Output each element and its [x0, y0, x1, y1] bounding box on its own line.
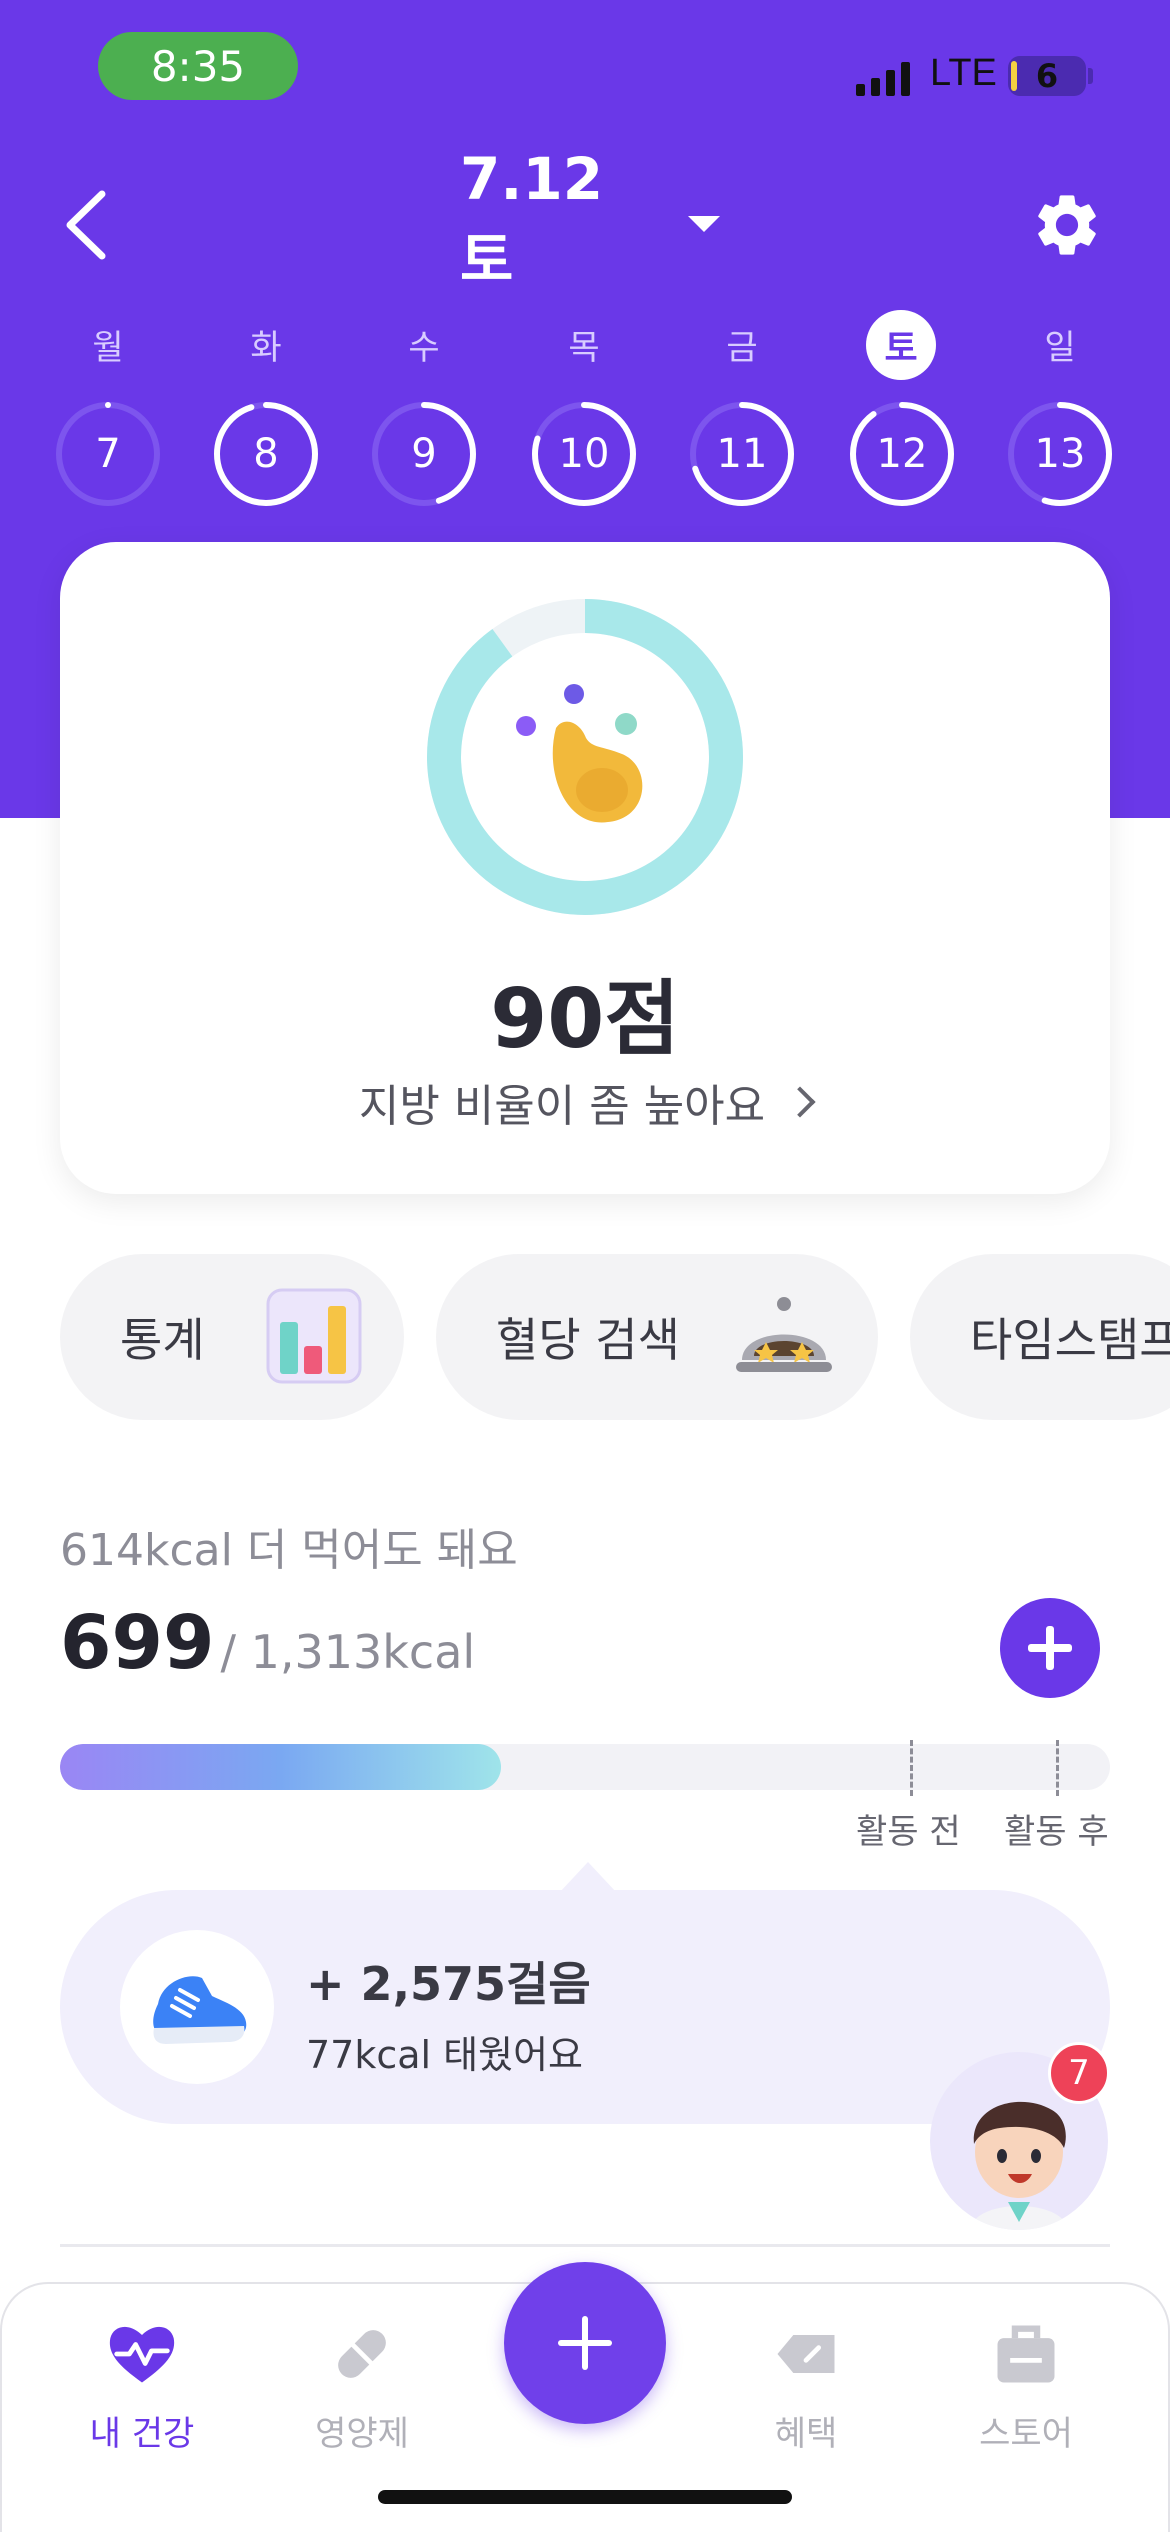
tab-label: 스토어 [979, 2414, 1073, 2454]
settings-button[interactable] [1030, 188, 1104, 262]
calorie-summary: 699 / 1,313kcal [60, 1600, 475, 1686]
signal-icon [856, 60, 910, 96]
weekday-label-sat-selected: 토 [866, 310, 936, 380]
battery-level: 6 [1035, 57, 1059, 95]
weekday-label-wed: 수 [408, 328, 440, 368]
calorie-progress-fill [60, 1744, 501, 1790]
day-number: 7 [95, 431, 121, 477]
after-activity-label: 활동 후 [1004, 1812, 1109, 1852]
tab-label: 영양제 [315, 2414, 409, 2454]
day-number: 10 [558, 431, 610, 477]
sneaker-icon [153, 1976, 247, 2044]
day-button-9[interactable]: 9 [370, 400, 478, 508]
score-description-link[interactable]: 지방 비율이 좀 높아요 [60, 1070, 1110, 1134]
day-number: 13 [1034, 431, 1086, 477]
steps-count: + 2,575걸음 [306, 1957, 591, 2011]
before-activity-label: 활동 전 [856, 1812, 961, 1852]
chevron-right-icon [784, 1086, 816, 1118]
shoe-icon-circle [120, 1930, 274, 2084]
day-number: 9 [411, 431, 437, 477]
tab-my-health[interactable]: 내 건강 [52, 2316, 232, 2476]
score-ring [427, 599, 743, 915]
weekday-label-fri: 금 [726, 328, 758, 368]
calorie-eaten: 699 [60, 1600, 215, 1686]
chip-glucose-search[interactable]: 혈당 검색 [436, 1254, 878, 1420]
calorie-progress-bar [60, 1744, 1110, 1790]
day-button-12[interactable]: 12 [848, 400, 956, 508]
chevron-left-icon [66, 190, 106, 260]
before-activity-marker [910, 1740, 913, 1796]
day-number: 11 [716, 431, 768, 477]
weekday-label-thu: 목 [568, 328, 600, 368]
food-dome-icon [736, 1297, 832, 1372]
home-indicator [378, 2490, 792, 2504]
day-number: 12 [876, 431, 928, 477]
pill-icon [338, 2330, 386, 2378]
heart-pulse-icon [109, 2326, 175, 2383]
day-button-11[interactable]: 11 [688, 400, 796, 508]
back-button[interactable] [58, 188, 118, 262]
health-score-card[interactable]: 90점 지방 비율이 좀 높아요 [60, 542, 1110, 1194]
chip-timestamp[interactable]: 타임스탬프 [910, 1254, 1170, 1420]
weekday-label-sun: 일 [1044, 328, 1076, 368]
gear-icon [1038, 195, 1096, 255]
tab-label: 내 건강 [89, 2414, 195, 2454]
tab-store[interactable]: 스토어 [936, 2316, 1116, 2476]
mascot-icon [516, 684, 643, 823]
day-number: 8 [253, 431, 279, 477]
chip-label: 혈당 검색 [496, 1313, 680, 1367]
day-button-8[interactable]: 8 [212, 400, 320, 508]
tab-label: 혜택 [774, 2414, 838, 2454]
battery-cap [1088, 68, 1093, 84]
chip-label: 통계 [120, 1313, 205, 1367]
day-button-7[interactable]: 7 [54, 400, 162, 508]
bubble-pointer [560, 1862, 616, 1892]
steps-burned: 77kcal 태웠어요 [306, 2033, 584, 2077]
center-add-button[interactable] [504, 2262, 666, 2424]
section-divider [60, 2244, 1110, 2247]
tag-icon [777, 2335, 835, 2373]
day-button-13[interactable]: 13 [1006, 400, 1114, 508]
date-selector[interactable]: 7.12 토 [460, 145, 720, 294]
calorie-remaining-note: 614kcal 더 먹어도 돼요 [60, 1525, 518, 1576]
tab-benefits[interactable]: 혜택 [716, 2316, 896, 2476]
bag-icon [997, 2325, 1055, 2383]
caret-down-icon [688, 216, 720, 232]
chip-label: 타임스탬프 [970, 1313, 1170, 1367]
notification-badge: 7 [1048, 2042, 1110, 2104]
after-activity-marker [1056, 1740, 1059, 1796]
bar-chart-icon [266, 1288, 362, 1384]
calorie-goal: / 1,313kcal [220, 1625, 476, 1679]
tab-supplements[interactable]: 영양제 [272, 2316, 452, 2476]
network-type: LTE [930, 52, 997, 94]
day-button-10[interactable]: 10 [530, 400, 638, 508]
status-time: 8:35 [98, 32, 298, 100]
weekday-label-mon: 월 [92, 328, 124, 368]
weekday-label-tue: 화 [250, 328, 282, 368]
date-label: 7.12 토 [460, 145, 604, 294]
battery-icon: 6 [1008, 56, 1086, 96]
add-meal-button[interactable] [1000, 1598, 1100, 1698]
chip-statistics[interactable]: 통계 [60, 1254, 404, 1420]
score-description: 지방 비율이 좀 높아요 [358, 1081, 766, 1132]
score-value: 90점 [490, 972, 680, 1067]
